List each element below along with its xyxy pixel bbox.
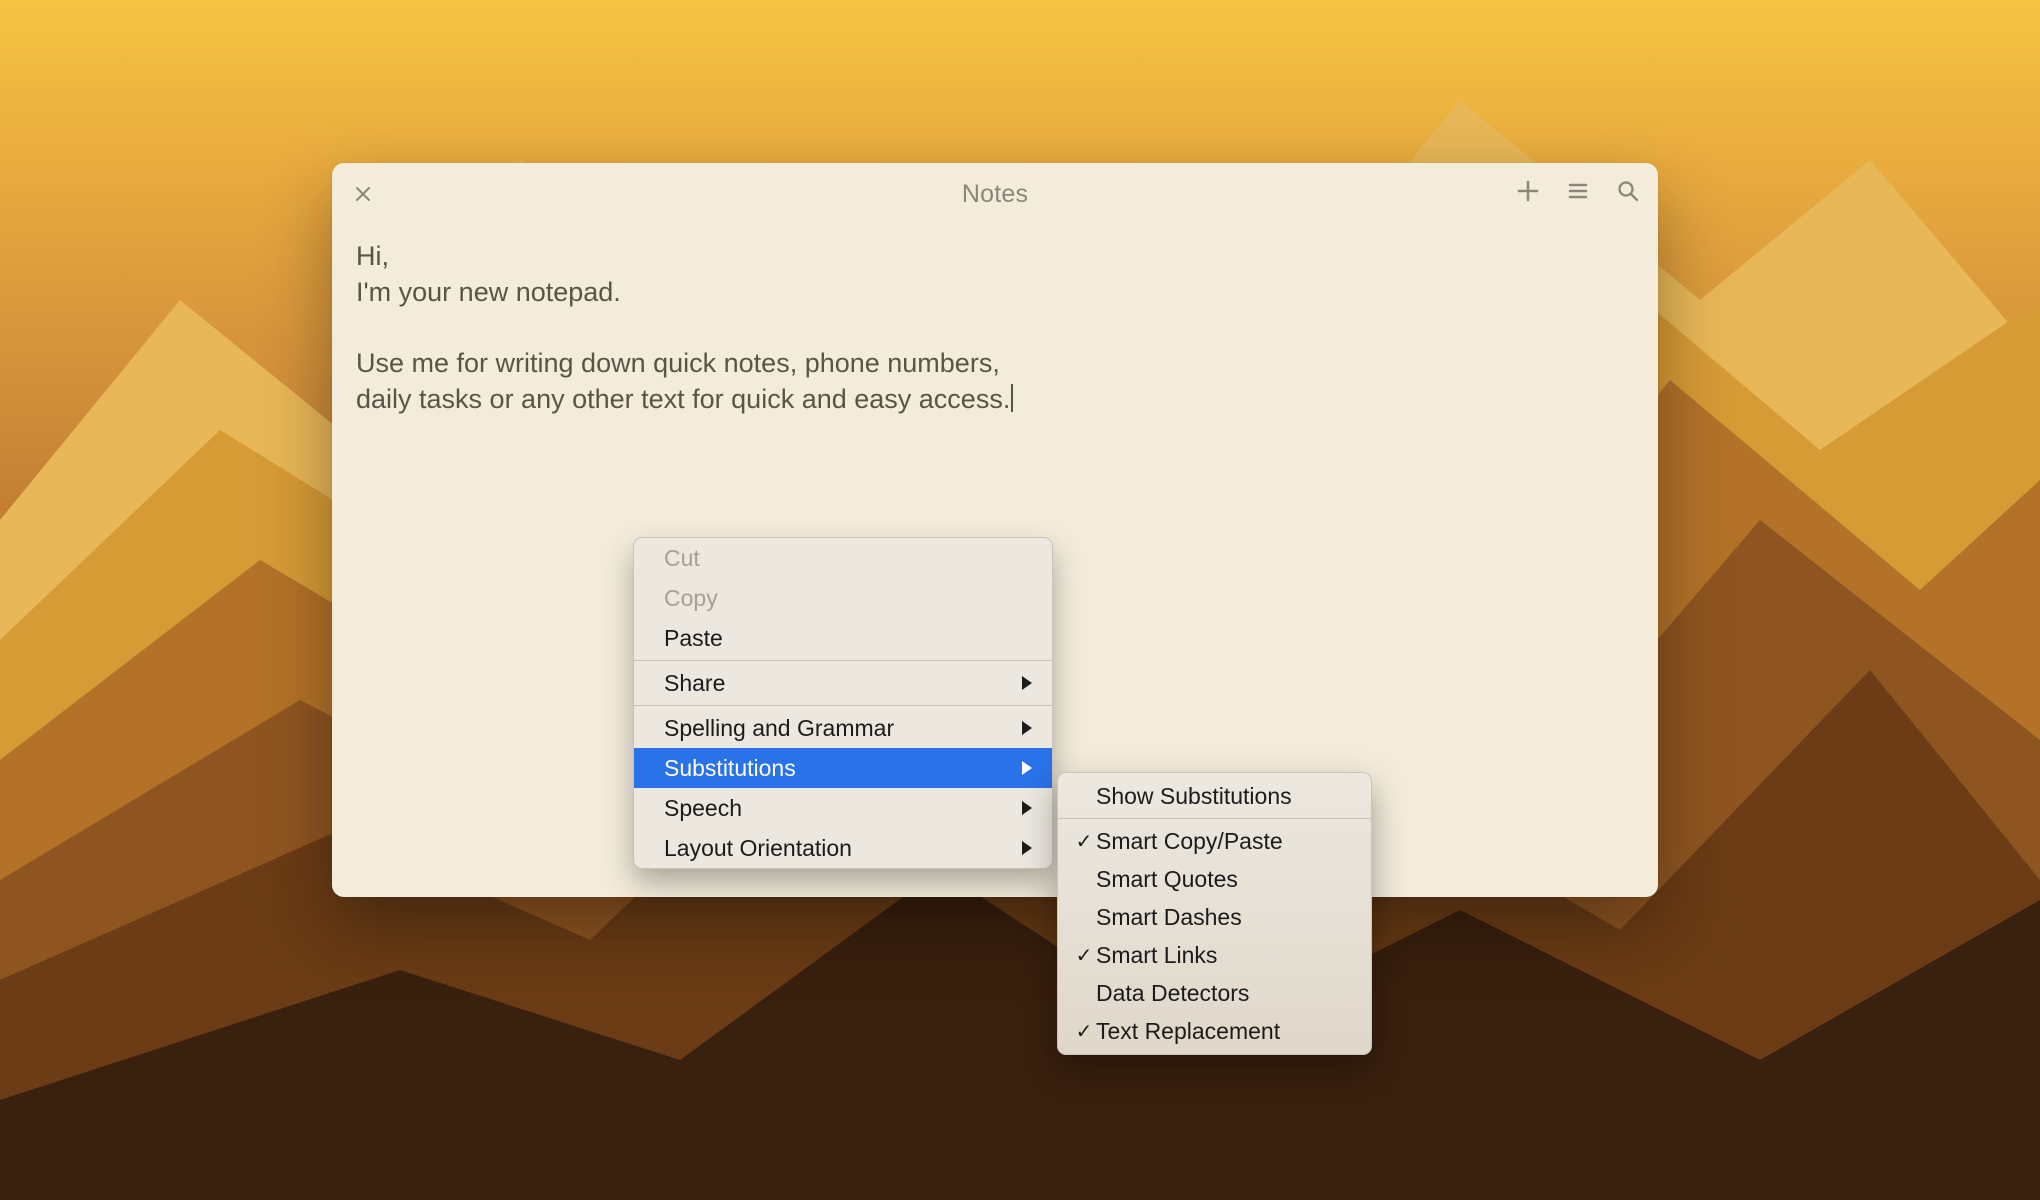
check-icon: ✓ bbox=[1072, 943, 1096, 968]
menu-separator bbox=[1058, 818, 1371, 819]
menu-item-copy[interactable]: Copy bbox=[634, 578, 1052, 618]
note-line: Use me for writing down quick notes, pho… bbox=[356, 346, 1634, 382]
substitutions-submenu: Show Substitutions ✓ Smart Copy/Paste Sm… bbox=[1057, 772, 1372, 1055]
submenu-label: Smart Links bbox=[1096, 942, 1217, 969]
search-button[interactable] bbox=[1614, 177, 1642, 205]
menu-separator bbox=[634, 660, 1052, 661]
menu-item-layout[interactable]: Layout Orientation bbox=[634, 828, 1052, 868]
note-line: daily tasks or any other text for quick … bbox=[356, 382, 1634, 418]
menu-label: Copy bbox=[664, 585, 718, 612]
menu-item-share[interactable]: Share bbox=[634, 663, 1052, 703]
note-line: I'm your new notepad. bbox=[356, 275, 1634, 311]
menu-item-speech[interactable]: Speech bbox=[634, 788, 1052, 828]
menu-label: Cut bbox=[664, 545, 700, 572]
context-menu: Cut Copy Paste Share Spelling and Gramma… bbox=[633, 537, 1053, 869]
check-icon: ✓ bbox=[1072, 1019, 1096, 1044]
note-body[interactable]: Hi, I'm your new notepad. Use me for wri… bbox=[332, 225, 1658, 417]
chevron-right-icon bbox=[1022, 721, 1032, 735]
chevron-right-icon bbox=[1022, 761, 1032, 775]
close-icon bbox=[355, 186, 371, 202]
chevron-right-icon bbox=[1022, 801, 1032, 815]
menu-label: Layout Orientation bbox=[664, 835, 852, 862]
menu-label: Paste bbox=[664, 625, 723, 652]
submenu-item-show-substitutions[interactable]: Show Substitutions bbox=[1058, 777, 1371, 815]
menu-separator bbox=[634, 705, 1052, 706]
check-icon: ✓ bbox=[1072, 829, 1096, 854]
submenu-label: Smart Quotes bbox=[1096, 866, 1238, 893]
titlebar: Notes bbox=[332, 163, 1658, 225]
submenu-item-smart-links[interactable]: ✓ Smart Links bbox=[1058, 936, 1371, 974]
chevron-right-icon bbox=[1022, 841, 1032, 855]
submenu-item-smart-quotes[interactable]: Smart Quotes bbox=[1058, 860, 1371, 898]
submenu-label: Data Detectors bbox=[1096, 980, 1249, 1007]
submenu-item-text-replacement[interactable]: ✓ Text Replacement bbox=[1058, 1012, 1371, 1050]
toolbar-icons bbox=[1514, 177, 1642, 205]
add-button[interactable] bbox=[1514, 177, 1542, 205]
search-icon bbox=[1617, 180, 1639, 202]
plus-icon bbox=[1517, 180, 1539, 202]
menu-label: Substitutions bbox=[664, 755, 796, 782]
menu-item-spelling[interactable]: Spelling and Grammar bbox=[634, 708, 1052, 748]
close-button[interactable] bbox=[350, 181, 376, 207]
window-title: Notes bbox=[962, 180, 1028, 209]
menu-label: Speech bbox=[664, 795, 742, 822]
menu-item-substitutions[interactable]: Substitutions bbox=[634, 748, 1052, 788]
menu-label: Share bbox=[664, 670, 725, 697]
menu-item-paste[interactable]: Paste bbox=[634, 618, 1052, 658]
submenu-label: Show Substitutions bbox=[1096, 783, 1292, 810]
text-cursor bbox=[1011, 384, 1013, 412]
submenu-item-smart-copy[interactable]: ✓ Smart Copy/Paste bbox=[1058, 822, 1371, 860]
submenu-item-smart-dashes[interactable]: Smart Dashes bbox=[1058, 898, 1371, 936]
list-icon bbox=[1567, 180, 1589, 202]
submenu-label: Smart Dashes bbox=[1096, 904, 1242, 931]
list-button[interactable] bbox=[1564, 177, 1592, 205]
menu-label: Spelling and Grammar bbox=[664, 715, 894, 742]
submenu-item-data-detectors[interactable]: Data Detectors bbox=[1058, 974, 1371, 1012]
chevron-right-icon bbox=[1022, 676, 1032, 690]
submenu-label: Smart Copy/Paste bbox=[1096, 828, 1283, 855]
submenu-label: Text Replacement bbox=[1096, 1018, 1280, 1045]
note-line: Hi, bbox=[356, 239, 1634, 275]
menu-item-cut[interactable]: Cut bbox=[634, 538, 1052, 578]
